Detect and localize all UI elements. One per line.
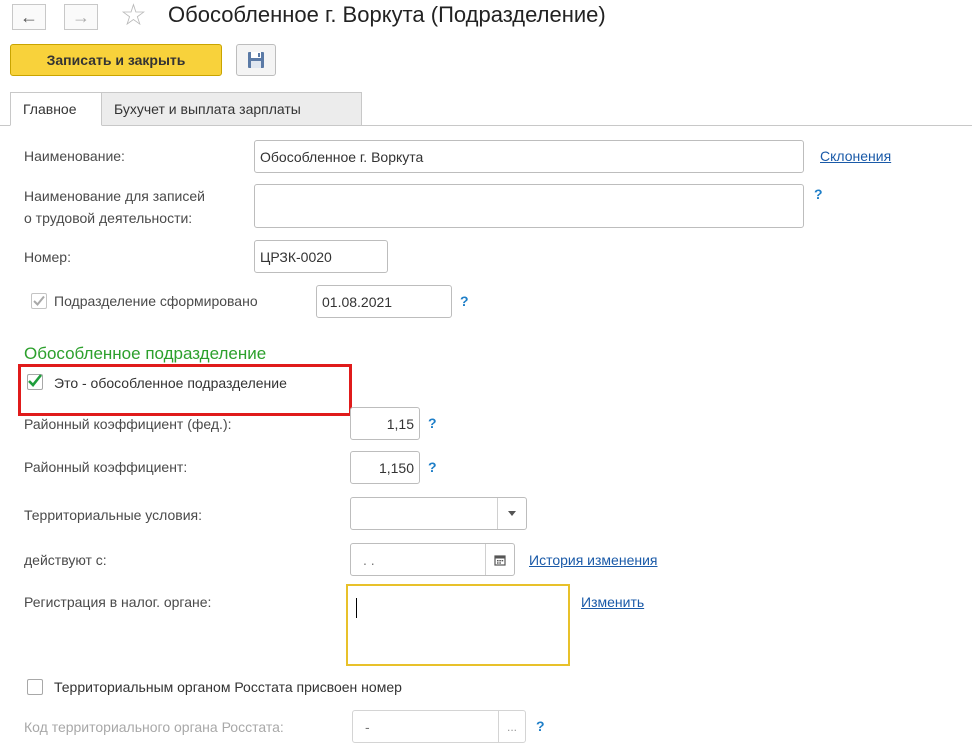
rosstat-label: Территориальным органом Росстата присвое…	[54, 679, 402, 695]
name-value: Обособленное г. Воркута	[260, 148, 424, 165]
regional-coef-fed-label: Районный коэффициент (фед.):	[24, 416, 232, 432]
regional-coef-help-icon[interactable]: ?	[428, 459, 437, 475]
valid-from-value: . .	[363, 551, 375, 568]
employment-name-input[interactable]	[254, 184, 804, 228]
formed-help-icon[interactable]: ?	[460, 293, 469, 309]
highlight-box	[18, 364, 352, 416]
save-and-close-button[interactable]: Записать и закрыть	[10, 44, 222, 76]
regional-coef-value: 1,150	[378, 459, 414, 476]
regional-coef-input[interactable]: 1,150	[350, 451, 420, 484]
rosstat-code-label: Код территориального органа Росстата:	[24, 719, 284, 735]
back-button[interactable]: ←	[12, 4, 46, 30]
calendar-button[interactable]	[485, 544, 514, 575]
forward-arrow-icon: →	[72, 6, 90, 27]
formed-label: Подразделение сформировано	[54, 293, 258, 309]
rosstat-checkbox[interactable]	[27, 679, 43, 695]
declensions-link[interactable]: Склонения	[820, 148, 891, 164]
dropdown-button[interactable]	[497, 498, 526, 529]
employment-name-label-line1: Наименование для записей	[24, 188, 205, 204]
checkmark-icon	[33, 295, 45, 306]
employment-help-icon[interactable]: ?	[814, 186, 823, 202]
valid-from-label: действуют с:	[24, 552, 107, 568]
regional-coef-fed-value: 1,15	[386, 415, 414, 432]
favorite-star-icon[interactable]: ☆	[120, 0, 147, 33]
back-arrow-icon: ←	[20, 6, 38, 27]
tax-registration-input[interactable]	[346, 584, 570, 666]
tab-main-label: Главное	[23, 101, 77, 117]
section-title: Обособленное подразделение	[24, 344, 267, 363]
rosstat-help-icon[interactable]: ?	[536, 718, 545, 734]
text-cursor	[356, 598, 357, 618]
page-title: Обособленное г. Воркута (Подразделение)	[168, 2, 606, 27]
tax-registration-label: Регистрация в налог. органе:	[24, 594, 212, 610]
number-value: ЦРЗК-0020	[260, 248, 332, 265]
history-link[interactable]: История изменения	[529, 552, 657, 568]
regional-coef-fed-help-icon[interactable]: ?	[428, 415, 437, 431]
territorial-label: Территориальные условия:	[24, 507, 202, 523]
change-link[interactable]: Изменить	[581, 594, 644, 610]
regional-coef-fed-input[interactable]: 1,15	[350, 407, 420, 440]
number-input[interactable]: ЦРЗК-0020	[254, 240, 388, 273]
rosstat-code-value: -	[365, 718, 370, 735]
name-label: Наименование:	[24, 148, 125, 164]
forward-button[interactable]: →	[64, 4, 98, 30]
save-button[interactable]	[236, 44, 276, 76]
select-button[interactable]: ...	[498, 711, 525, 742]
number-label: Номер:	[24, 249, 71, 265]
formed-date-input[interactable]: 01.08.2021	[316, 285, 452, 318]
formed-checkbox[interactable]	[31, 293, 47, 309]
tab-main[interactable]: Главное	[10, 92, 102, 126]
name-input[interactable]: Обособленное г. Воркута	[254, 140, 804, 173]
formed-date-value: 01.08.2021	[322, 293, 393, 310]
tab-divider	[0, 125, 972, 126]
employment-name-label-line2: о трудовой деятельности:	[24, 210, 193, 226]
regional-coef-label: Районный коэффициент:	[24, 459, 188, 475]
chevron-down-icon	[508, 511, 516, 516]
tab-accounting-payroll[interactable]: Бухучет и выплата зарплаты	[101, 92, 362, 126]
valid-from-input[interactable]: . .	[350, 543, 515, 576]
tab-accounting-label: Бухучет и выплата зарплаты	[114, 101, 301, 117]
territorial-select[interactable]	[350, 497, 527, 530]
floppy-disk-icon	[248, 52, 264, 68]
rosstat-code-input[interactable]: - ...	[352, 710, 526, 743]
calendar-icon	[494, 554, 506, 566]
